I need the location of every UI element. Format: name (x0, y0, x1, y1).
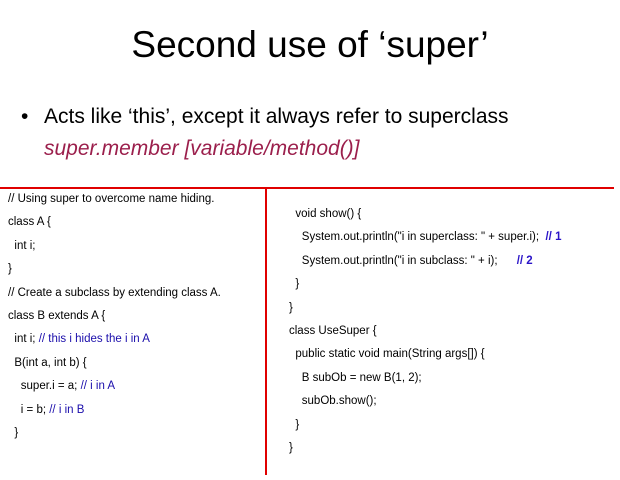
code-text: // Using super to overcome name hiding. (8, 193, 215, 205)
code-line: public static void main(String args[]) { (289, 343, 561, 366)
code-line: } (8, 258, 221, 281)
code-text: int i; (8, 239, 36, 252)
code-text: class UseSuper { (289, 324, 377, 337)
code-listing-right: void show() { System.out.println("i in s… (289, 203, 561, 460)
code-line: } (289, 297, 561, 320)
code-line: } (8, 422, 221, 445)
code-text: } (289, 301, 293, 314)
code-text: } (8, 426, 19, 439)
code-text: } (8, 263, 12, 276)
code-comment: // i in B (49, 403, 85, 416)
code-listing-left: // Using super to overcome name hiding. c… (8, 188, 221, 445)
code-line: System.out.println("i in subclass: " + i… (289, 250, 561, 273)
code-line: System.out.println("i in superclass: " +… (289, 226, 562, 249)
code-line: subOb.show(); (289, 390, 561, 413)
code-text: B subOb = new B(1, 2); (289, 371, 422, 384)
code-line: class B extends A { (8, 305, 221, 328)
bullet-text: Acts like ‘this’, except it always refer… (44, 105, 509, 128)
vertical-divider (265, 187, 267, 475)
code-text: } (289, 278, 300, 291)
code-text: class A { (8, 216, 51, 229)
code-text: void show() { (289, 208, 362, 220)
code-line: int i; // this i hides the i in A (8, 328, 221, 351)
code-text: subOb.show(); (289, 395, 377, 408)
code-line: B subOb = new B(1, 2); (289, 367, 561, 390)
code-text: i = b; (8, 403, 50, 416)
code-line: // Using super to overcome name hiding. (8, 188, 221, 211)
code-text: System.out.println("i in subclass: " + i… (289, 254, 517, 267)
code-line: // Create a subclass by extending class … (8, 282, 221, 305)
code-text: } (289, 418, 300, 431)
code-comment: // this i hides the i in A (38, 333, 150, 346)
code-text: // Create a subclass by extending class … (8, 286, 221, 299)
code-line: i = b; // i in B (8, 399, 221, 422)
code-text: } (289, 441, 293, 454)
code-text: B(int a, int b) { (8, 356, 87, 369)
code-text: class B extends A { (8, 309, 106, 322)
code-comment: // 2 (516, 254, 533, 267)
slide-title: Second use of ‘super’ (131, 24, 489, 65)
code-line: } (289, 437, 561, 460)
code-comment: // 1 (545, 231, 562, 244)
code-text: int i; (8, 333, 39, 346)
code-text: public static void main(String args[]) { (289, 348, 485, 361)
code-line: int i; (8, 235, 221, 258)
code-line: } (289, 273, 561, 296)
code-comment: // i in A (80, 380, 116, 393)
code-line: void show() { (289, 203, 561, 226)
code-line: class UseSuper { (289, 320, 561, 343)
code-line: class A { (8, 211, 221, 234)
code-line: B(int a, int b) { (8, 352, 221, 375)
code-text: System.out.println("i in superclass: " +… (289, 231, 546, 244)
bullet-marker: • (21, 105, 29, 128)
code-text: super.i = a; (8, 380, 81, 393)
bullet-subtext: super.member [variable/method()] (44, 137, 360, 160)
code-line: } (289, 414, 561, 437)
code-line: super.i = a; // i in A (8, 375, 221, 398)
